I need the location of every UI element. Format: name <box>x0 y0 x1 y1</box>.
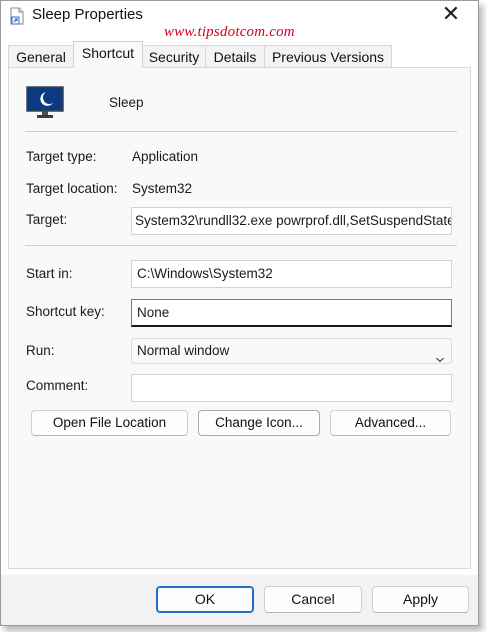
shortcut-file-icon <box>9 7 25 25</box>
tab-details[interactable]: Details <box>205 45 265 67</box>
target-location-label: Target location: <box>26 181 118 196</box>
tab-shortcut[interactable]: Shortcut <box>73 41 143 68</box>
ok-button[interactable]: OK <box>156 586 254 613</box>
watermark-text: www.tipsdotcom.com <box>164 24 295 40</box>
run-select[interactable]: Normal window <box>131 338 452 364</box>
target-type-label: Target type: <box>26 149 97 164</box>
start-in-label: Start in: <box>26 266 73 281</box>
shortcut-key-field[interactable]: None <box>131 299 452 327</box>
target-location-value: System32 <box>132 181 193 196</box>
advanced-button[interactable]: Advanced... <box>330 410 451 436</box>
dialog-footer: OK Cancel Apply <box>1 575 478 625</box>
tab-security[interactable]: Security <box>142 45 206 67</box>
target-field[interactable]: System32\rundll32.exe powrprof.dll,SetSu… <box>131 207 452 235</box>
chevron-down-icon <box>436 348 444 363</box>
moon-monitor-icon <box>26 86 66 120</box>
shortcut-panel: Sleep Target type: Application Target lo… <box>8 67 471 569</box>
tab-strip: General Shortcut Security Details Previo… <box>8 41 471 68</box>
open-file-location-button[interactable]: Open File Location <box>31 410 188 436</box>
tab-general[interactable]: General <box>8 45 74 67</box>
divider <box>25 131 457 132</box>
properties-window: Sleep Properties ✕ www.tipsdotcom.com Ge… <box>0 0 479 626</box>
shortcut-name: Sleep <box>109 95 144 110</box>
change-icon-button[interactable]: Change Icon... <box>198 410 320 436</box>
comment-field[interactable] <box>131 374 452 402</box>
target-type-value: Application <box>132 149 199 164</box>
tab-previous-versions[interactable]: Previous Versions <box>264 45 392 67</box>
run-select-value: Normal window <box>137 343 230 358</box>
apply-button[interactable]: Apply <box>372 586 469 613</box>
run-label: Run: <box>26 343 55 358</box>
window-title: Sleep Properties <box>32 6 143 23</box>
divider <box>25 245 457 246</box>
comment-label: Comment: <box>26 378 89 393</box>
shortcut-key-label: Shortcut key: <box>26 304 105 319</box>
close-icon[interactable]: ✕ <box>436 2 466 28</box>
target-label: Target: <box>26 212 68 227</box>
cancel-button[interactable]: Cancel <box>264 586 362 613</box>
start-in-field[interactable]: C:\Windows\System32 <box>131 260 452 288</box>
